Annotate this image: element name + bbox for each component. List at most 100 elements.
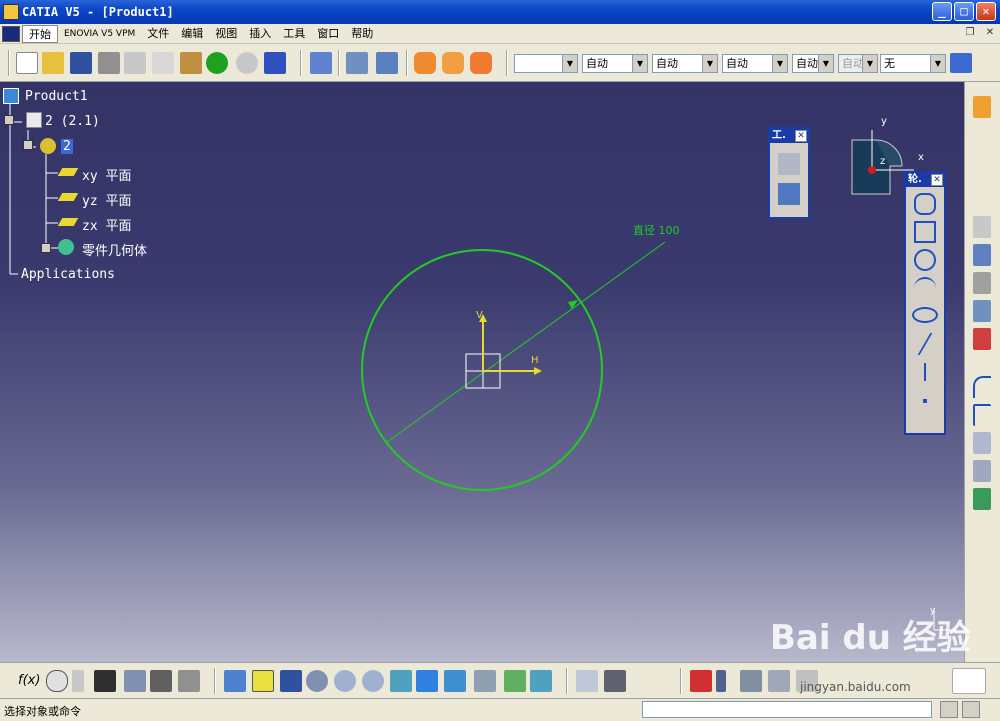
sketch-tool-icon[interactable]: [778, 153, 800, 175]
fly-mode-icon[interactable]: [224, 670, 246, 692]
profile-toolbar-title[interactable]: 轮. ✕: [906, 173, 944, 187]
chevron-down-icon: ▼: [562, 55, 577, 72]
3d-viewport[interactable]: Product1 2 (2.1) 2 xy 平面 yz 平面 zx 平面 零件几…: [0, 82, 964, 662]
sketch-orange3-icon[interactable]: [470, 52, 492, 74]
sketch-analysis-icon[interactable]: [576, 670, 598, 692]
iso-view-icon[interactable]: [444, 670, 466, 692]
pan-icon[interactable]: [280, 670, 302, 692]
menu-view[interactable]: 视图: [209, 25, 243, 43]
axis-icon[interactable]: [924, 363, 926, 381]
cut-icon[interactable]: [124, 52, 146, 74]
line-weight-combo[interactable]: 自动 ▼: [652, 54, 718, 73]
spline-icon[interactable]: [914, 277, 936, 299]
point-icon[interactable]: [923, 399, 927, 403]
mirror-icon[interactable]: [973, 460, 991, 482]
ellipse-icon[interactable]: [912, 307, 938, 323]
line-icon[interactable]: [907, 333, 933, 355]
close-icon[interactable]: ✕: [931, 174, 943, 186]
maximize-button[interactable]: □: [954, 2, 974, 21]
minimize-button[interactable]: _: [932, 2, 952, 21]
separator: [300, 50, 302, 76]
menu-tools[interactable]: 工具: [277, 25, 311, 43]
stack-icon[interactable]: [376, 52, 398, 74]
mdi-restore-button[interactable]: ❐: [962, 27, 978, 41]
diameter-dimension-line[interactable]: [386, 241, 666, 443]
menu-window[interactable]: 窗口: [311, 25, 345, 43]
auto-constraint-icon[interactable]: [973, 328, 991, 350]
save-icon[interactable]: [70, 52, 92, 74]
paste-icon[interactable]: [180, 52, 202, 74]
hide-show-icon[interactable]: [504, 670, 526, 692]
normal-view-icon[interactable]: [390, 670, 412, 692]
lock-icon[interactable]: [150, 670, 172, 692]
redo-icon[interactable]: [236, 52, 258, 74]
chevron-down-icon: ▼: [702, 55, 717, 72]
table-icon[interactable]: [94, 670, 116, 692]
status-button-1[interactable]: [940, 701, 958, 718]
profile-icon[interactable]: [914, 193, 936, 215]
status-button-2[interactable]: [962, 701, 980, 718]
knowledge-icon[interactable]: [72, 670, 84, 692]
close-button[interactable]: ✕: [976, 2, 996, 21]
dimension-label[interactable]: 直径 100: [633, 222, 680, 238]
geometric-constraints-icon[interactable]: [740, 670, 762, 692]
rectangle-icon[interactable]: [914, 221, 936, 243]
trim-icon[interactable]: [973, 432, 991, 454]
dimension-constraint-icon[interactable]: [973, 244, 991, 266]
paint-brush-icon[interactable]: [950, 53, 972, 73]
fly-icon[interactable]: [310, 52, 332, 74]
layer-combo[interactable]: 自动 ▼: [792, 54, 834, 73]
menu-insert[interactable]: 插入: [243, 25, 277, 43]
point-type-combo[interactable]: 自动 ▼: [722, 54, 788, 73]
zoom-in-icon[interactable]: [334, 670, 356, 692]
tree-structure-icon[interactable]: [124, 670, 146, 692]
select-arrow-icon[interactable]: [973, 96, 991, 118]
close-icon[interactable]: ✕: [795, 130, 807, 142]
snap-to-point-icon[interactable]: [690, 670, 712, 692]
chamfer-icon[interactable]: [973, 404, 991, 426]
mdi-close-button[interactable]: ✕: [982, 27, 998, 41]
rotate-icon[interactable]: [306, 670, 328, 692]
tools-floating-toolbar[interactable]: 工. ✕: [768, 127, 810, 219]
comment-icon[interactable]: [46, 670, 68, 692]
undo-icon[interactable]: [206, 52, 228, 74]
shading-icon[interactable]: [474, 670, 496, 692]
menu-enovia[interactable]: ENOVIA V5 VPM: [58, 25, 141, 43]
animate-constraint-icon[interactable]: [973, 300, 991, 322]
constraint-icon[interactable]: [973, 216, 991, 238]
filter-combo[interactable]: 无 ▼: [880, 54, 946, 73]
multi-view-icon[interactable]: [416, 670, 438, 692]
fit-all-icon[interactable]: [252, 670, 274, 692]
project-3d-icon[interactable]: [973, 488, 991, 510]
print-icon[interactable]: [98, 52, 120, 74]
new-file-icon[interactable]: [16, 52, 38, 74]
command-input[interactable]: [642, 701, 932, 718]
sketch-orange2-icon[interactable]: [442, 52, 464, 74]
menu-edit[interactable]: 编辑: [175, 25, 209, 43]
menu-start[interactable]: 开始: [22, 24, 58, 43]
sketch-orange-icon[interactable]: [414, 52, 436, 74]
sketch-tools-icon[interactable]: [346, 52, 368, 74]
circle-icon[interactable]: [914, 249, 936, 271]
menu-file[interactable]: 文件: [141, 25, 175, 43]
formula-icon[interactable]: f(x): [18, 673, 40, 688]
tools-toolbar-title[interactable]: 工. ✕: [770, 129, 808, 143]
swap-space-icon[interactable]: [530, 670, 552, 692]
open-folder-icon[interactable]: [42, 52, 64, 74]
menu-help[interactable]: 帮助: [345, 25, 379, 43]
color-combo[interactable]: ▼: [514, 54, 578, 73]
line-type-combo[interactable]: 自动 ▼: [582, 54, 648, 73]
construction-icon[interactable]: [716, 670, 726, 692]
exit-sketch-icon[interactable]: [604, 670, 626, 692]
workbench-icon[interactable]: [2, 25, 20, 42]
zoom-out-icon[interactable]: [362, 670, 384, 692]
copy-icon[interactable]: [152, 52, 174, 74]
whats-this-icon[interactable]: [264, 52, 286, 74]
clip-icon[interactable]: [973, 272, 991, 294]
exit-workbench-icon[interactable]: [778, 183, 800, 205]
layer-value: 自动: [796, 57, 818, 70]
profile-floating-toolbar[interactable]: 轮. ✕: [904, 171, 946, 435]
relations-icon[interactable]: [178, 670, 200, 692]
dimensional-constraints-icon[interactable]: [768, 670, 790, 692]
corner-icon[interactable]: [973, 376, 991, 398]
